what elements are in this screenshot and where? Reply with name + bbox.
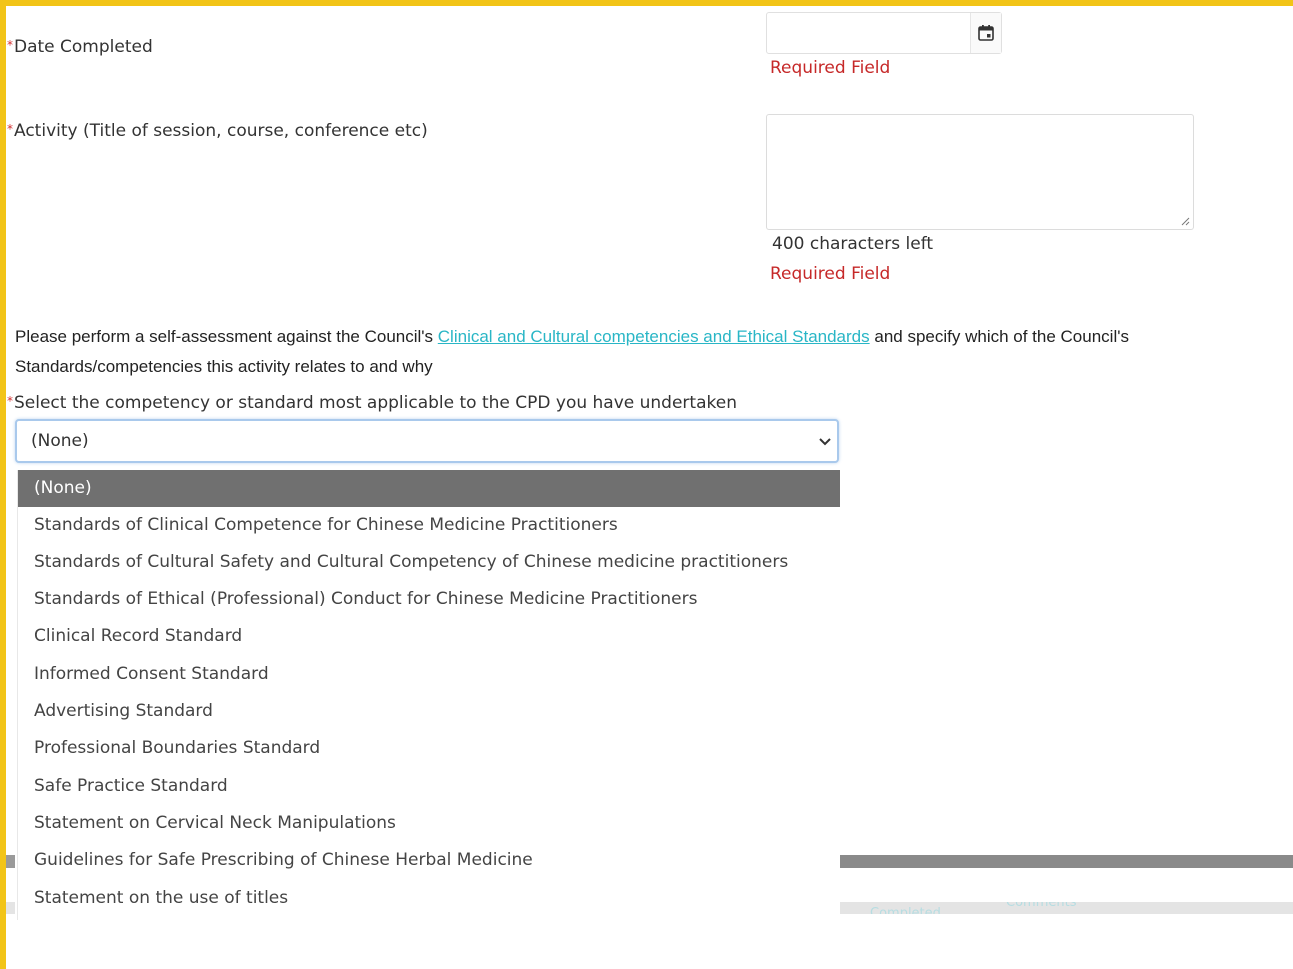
- date-completed-input[interactable]: [766, 12, 1002, 54]
- option-cervical-neck[interactable]: Statement on Cervical Neck Manipulations: [18, 805, 840, 842]
- background-row-divider: [6, 855, 15, 868]
- option-professional-boundaries[interactable]: Professional Boundaries Standard: [18, 730, 840, 767]
- activity-textarea[interactable]: [766, 114, 1194, 230]
- background-table-row: Completed Comments: [838, 902, 1293, 914]
- competency-selected-value: (None): [31, 431, 89, 451]
- self-assessment-instructions: Please perform a self-assessment against…: [15, 327, 1129, 376]
- date-completed-label: *Date Completed: [7, 37, 153, 57]
- competencies-standards-link[interactable]: Clinical and Cultural competencies and E…: [438, 327, 870, 346]
- option-cultural-safety[interactable]: Standards of Cultural Safety and Cultura…: [18, 544, 840, 581]
- competency-select[interactable]: (None): [15, 419, 839, 463]
- background-table-header: [838, 855, 1293, 868]
- competency-options-list: (None) Standards of Clinical Competence …: [17, 470, 840, 920]
- option-advertising[interactable]: Advertising Standard: [18, 693, 840, 730]
- option-ethical-conduct[interactable]: Standards of Ethical (Professional) Cond…: [18, 581, 840, 618]
- option-herbal-prescribing[interactable]: Guidelines for Safe Prescribing of Chine…: [18, 842, 840, 879]
- frame-left-border: [0, 0, 6, 969]
- activity-label: *Activity (Title of session, course, con…: [7, 121, 428, 141]
- required-marker: *: [7, 122, 13, 136]
- calendar-icon: [978, 25, 994, 41]
- resize-handle-icon[interactable]: [1180, 216, 1190, 226]
- frame-top-border: [0, 0, 1293, 6]
- option-clinical-competence[interactable]: Standards of Clinical Competence for Chi…: [18, 507, 840, 544]
- option-use-of-titles[interactable]: Statement on the use of titles: [18, 880, 840, 917]
- background-faded-label: Completed: [870, 906, 941, 914]
- option-clinical-record[interactable]: Clinical Record Standard: [18, 618, 840, 655]
- activity-required-error: Required Field: [770, 264, 891, 284]
- background-faded-label: Comments: [1006, 902, 1077, 910]
- required-marker: *: [7, 394, 13, 408]
- date-picker-button[interactable]: [970, 13, 1001, 53]
- date-required-error: Required Field: [770, 58, 891, 78]
- chevron-down-icon: [819, 438, 831, 446]
- option-informed-consent[interactable]: Informed Consent Standard: [18, 656, 840, 693]
- competency-select-label: *Select the competency or standard most …: [7, 393, 737, 413]
- option-none[interactable]: (None): [18, 470, 840, 507]
- option-safe-practice[interactable]: Safe Practice Standard: [18, 768, 840, 805]
- background-row-divider: [6, 902, 15, 914]
- required-marker: *: [7, 38, 13, 52]
- characters-left-counter: 400 characters left: [772, 234, 934, 254]
